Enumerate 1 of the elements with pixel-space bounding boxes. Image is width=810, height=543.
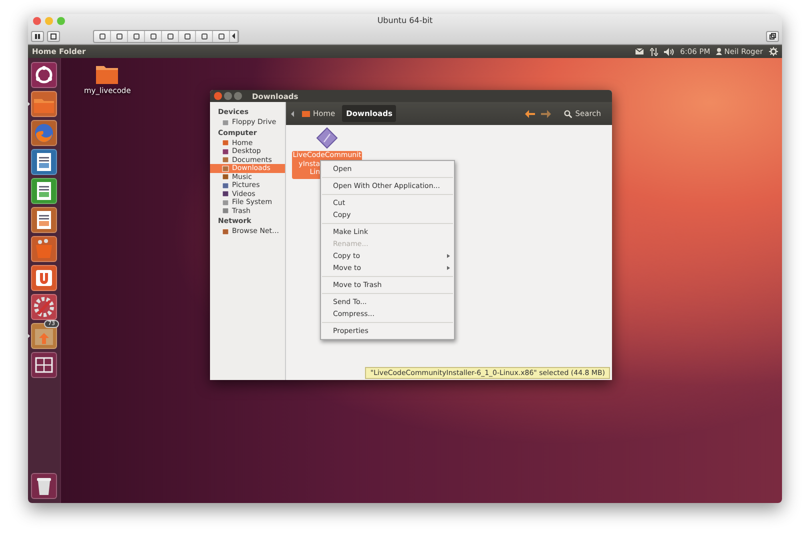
window-title: Ubuntu 64-bit xyxy=(376,16,434,25)
